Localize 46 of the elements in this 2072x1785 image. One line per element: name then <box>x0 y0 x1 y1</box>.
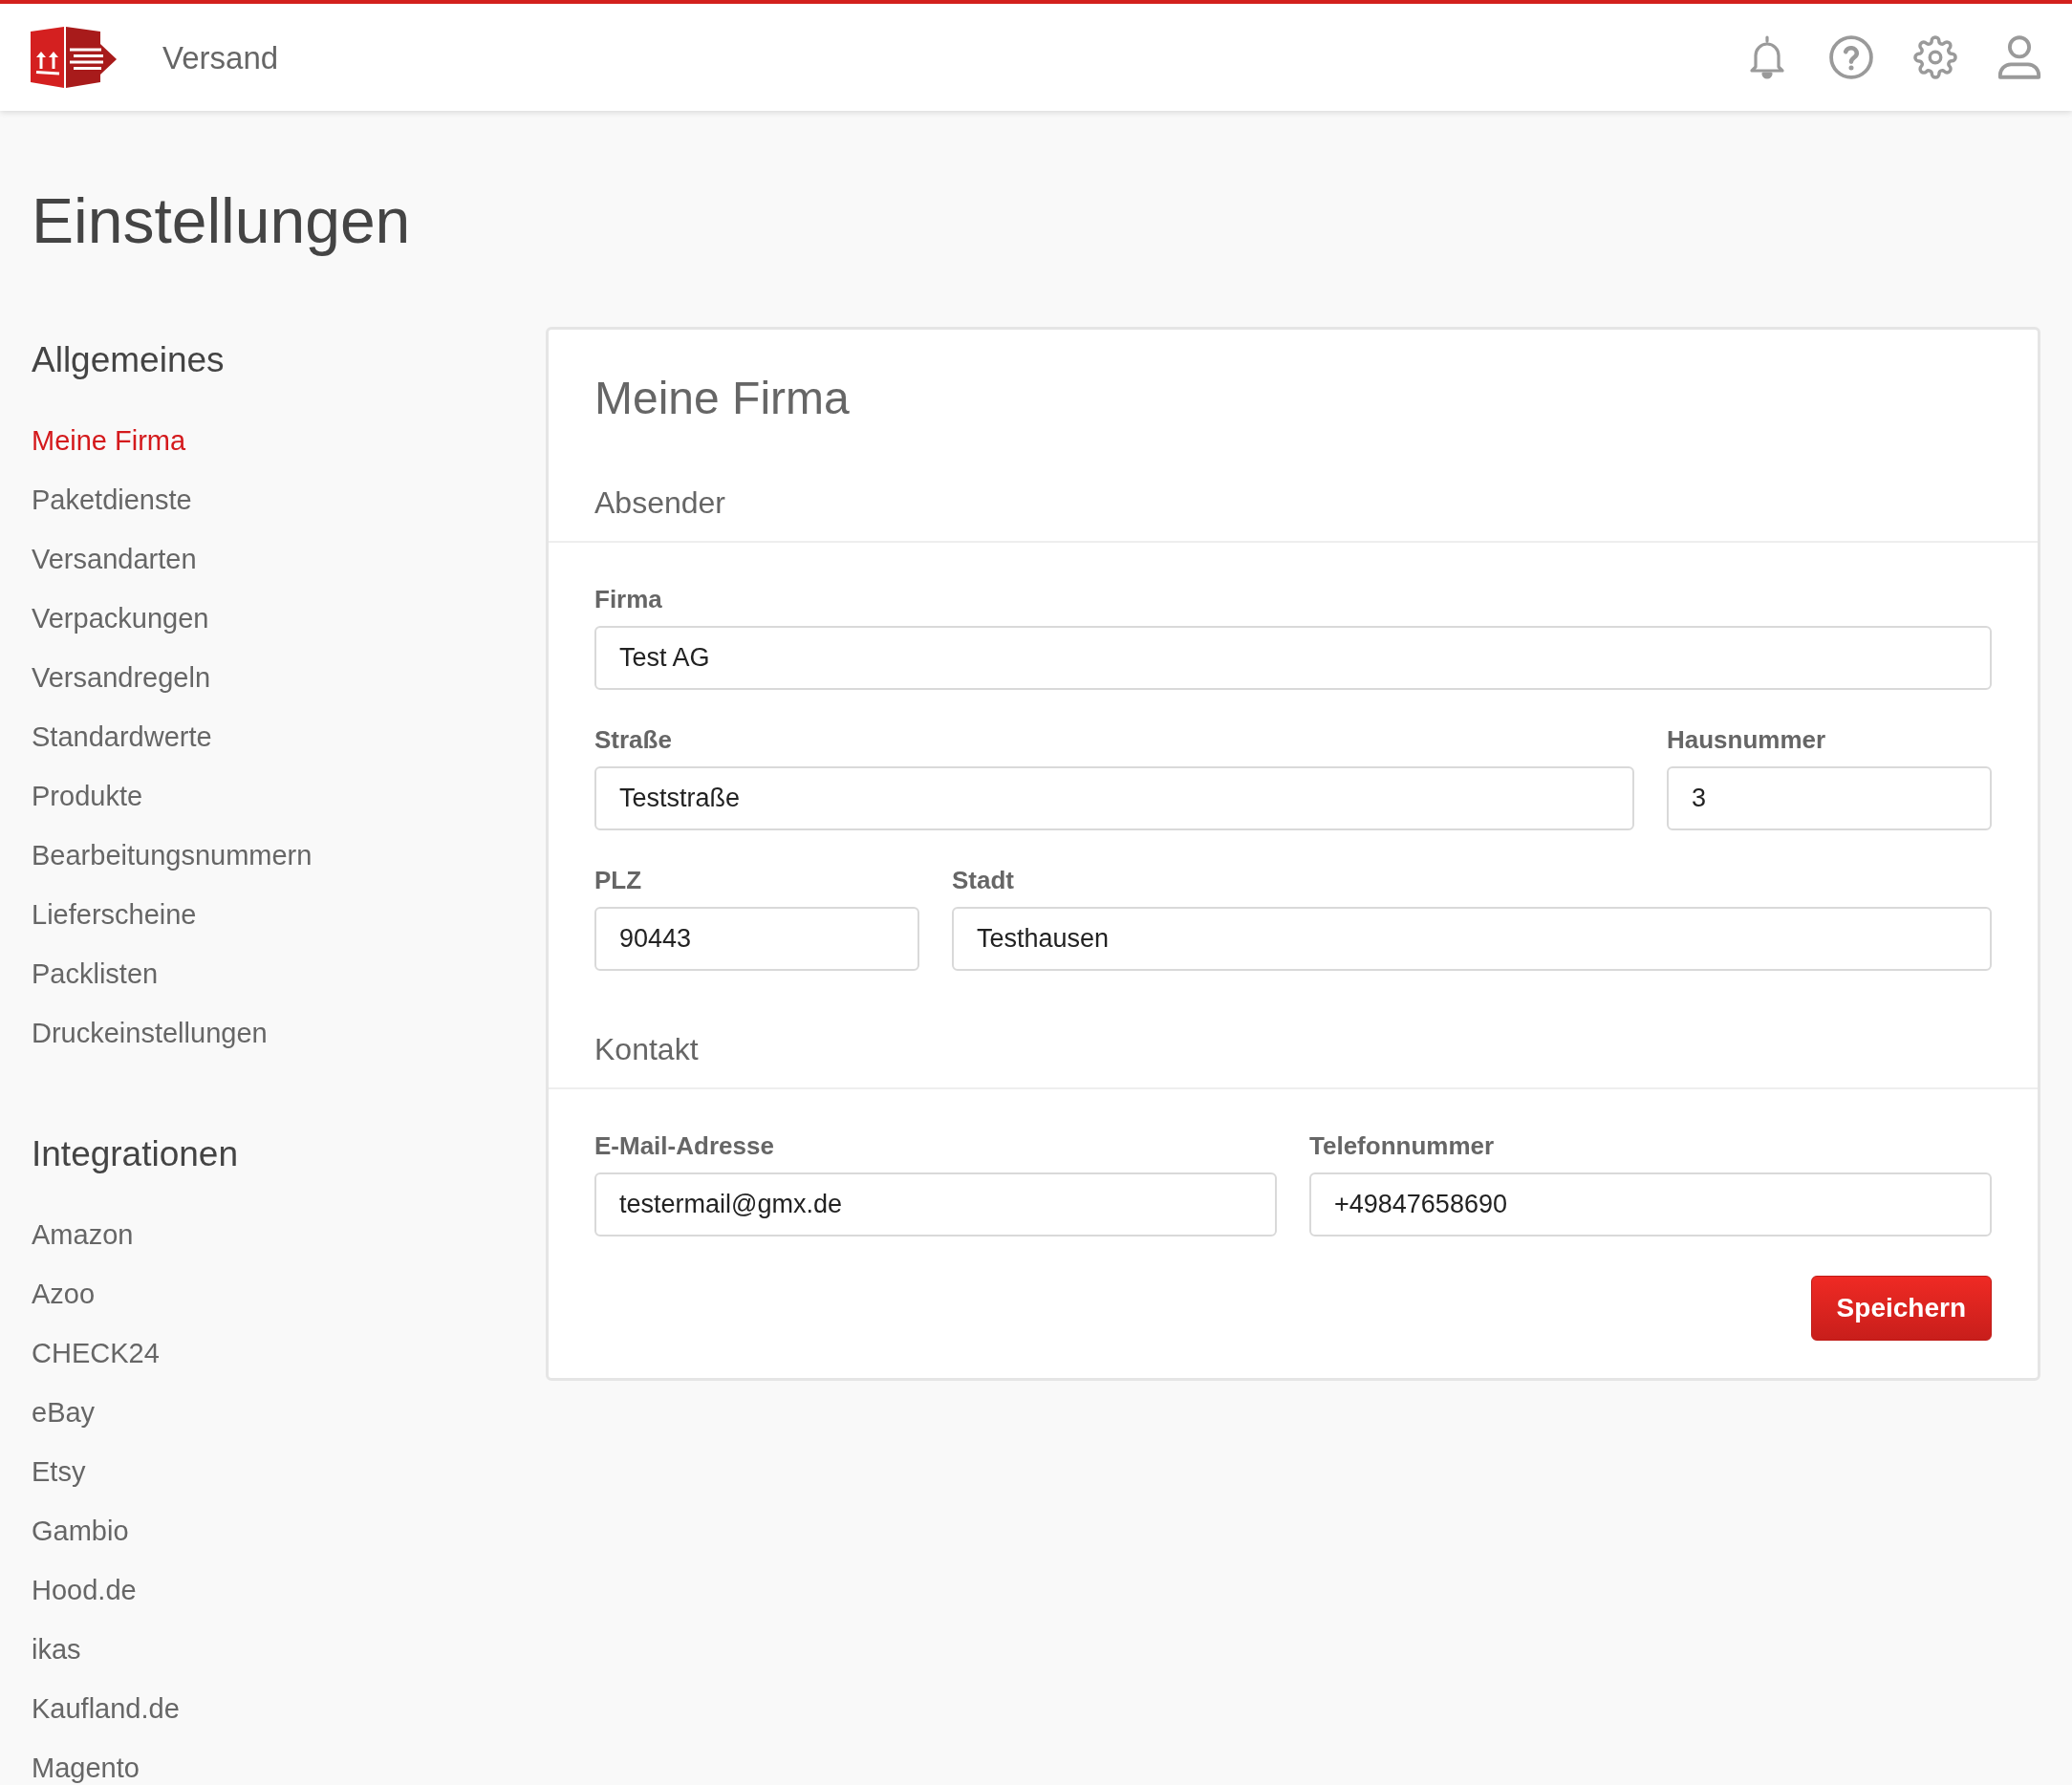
sidebar-item[interactable]: Gambio <box>32 1514 129 1548</box>
sidebar-item[interactable]: Meine Firma <box>32 423 186 458</box>
sidebar-item[interactable]: Packlisten <box>32 957 159 991</box>
sidebar-item[interactable]: Verpackungen <box>32 601 209 635</box>
sidebar-item[interactable]: Paketdienste <box>32 483 192 517</box>
text-field[interactable]: testermail@gmx.de <box>594 1172 1277 1237</box>
field-label: Straße <box>594 727 672 752</box>
card-title: Meine Firma <box>594 376 850 421</box>
sidebar-item[interactable]: Hood.de <box>32 1573 137 1607</box>
text-field[interactable]: Teststraße <box>594 766 1634 830</box>
sidebar-heading: Integrationen <box>32 1135 238 1173</box>
text-field[interactable]: Testhausen <box>952 907 1992 971</box>
sidebar-item[interactable]: Lieferscheine <box>32 897 197 932</box>
field-label: Telefonnummer <box>1309 1133 1495 1158</box>
section-heading: Absender <box>594 487 725 518</box>
text-field[interactable]: 90443 <box>594 907 919 971</box>
field-label: Stadt <box>952 868 1014 892</box>
sidebar-item[interactable]: Azoo <box>32 1277 96 1311</box>
sidebar-item[interactable]: Etsy <box>32 1454 86 1489</box>
section-heading: Kontakt <box>594 1034 699 1065</box>
text-field[interactable]: +49847658690 <box>1309 1172 1992 1237</box>
sidebar-item[interactable]: Kaufland.de <box>32 1691 180 1726</box>
sidebar-item[interactable]: Versandregeln <box>32 660 211 695</box>
text-field[interactable]: Test AG <box>594 626 1992 690</box>
sidebar-item[interactable]: Druckeinstellungen <box>32 1016 268 1050</box>
settings-icon[interactable] <box>1913 35 1957 79</box>
app-name: Versand <box>162 41 279 74</box>
field-label: E-Mail-Adresse <box>594 1133 774 1158</box>
sidebar-item[interactable]: ikas <box>32 1632 81 1667</box>
field-label: Firma <box>594 587 662 612</box>
save-button[interactable]: Speichern <box>1810 1276 1992 1341</box>
sidebar-item[interactable]: Standardwerte <box>32 720 212 754</box>
sidebar-item[interactable]: Produkte <box>32 779 143 813</box>
user-icon[interactable] <box>1997 35 2041 79</box>
logo-icon <box>31 27 117 88</box>
sidebar-item[interactable]: Versandarten <box>32 542 197 576</box>
text-field[interactable]: 3 <box>1667 766 1992 830</box>
field-label: PLZ <box>594 868 642 892</box>
sidebar-item[interactable]: Magento <box>32 1751 140 1785</box>
help-icon[interactable] <box>1829 35 1873 79</box>
sidebar-item[interactable]: Bearbeitungsnummern <box>32 838 313 872</box>
sidebar-heading: Allgemeines <box>32 341 225 379</box>
sidebar-item[interactable]: eBay <box>32 1395 96 1430</box>
sidebar-item[interactable]: Amazon <box>32 1217 134 1252</box>
sidebar-item[interactable]: CHECK24 <box>32 1336 160 1370</box>
field-label: Hausnummer <box>1667 727 1826 752</box>
